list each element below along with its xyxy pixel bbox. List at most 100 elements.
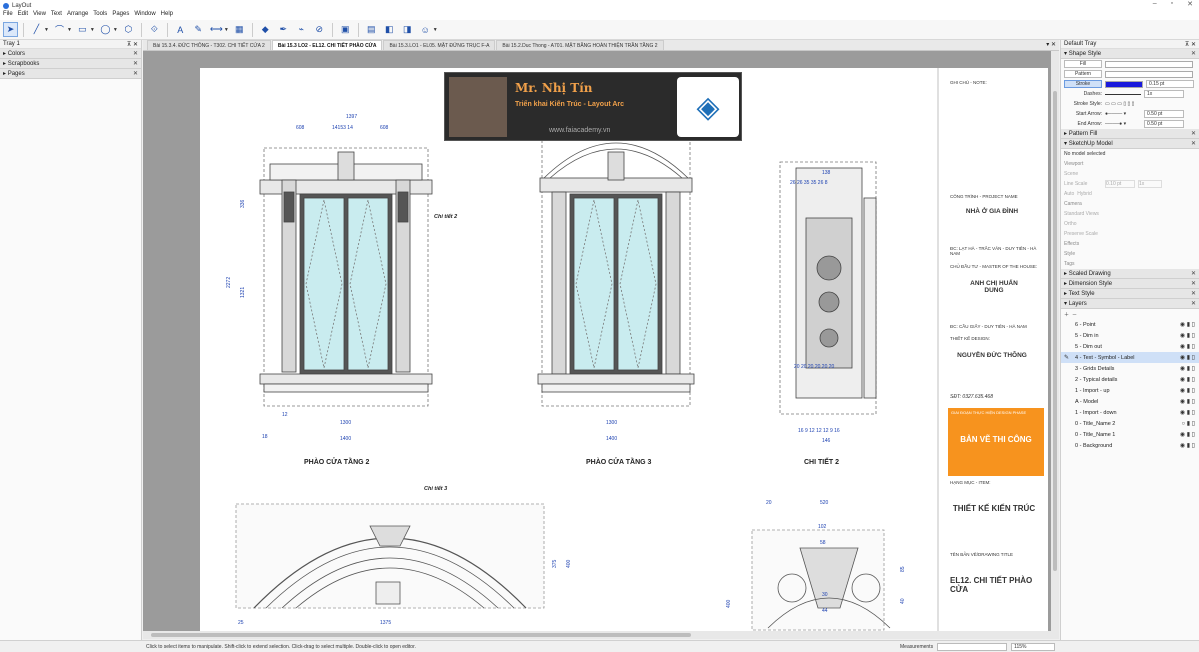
panel-scaled-drawing[interactable]: ▸ Scaled Drawing ✕ <box>1061 269 1199 279</box>
zoom-select[interactable]: 115% <box>1011 643 1056 651</box>
chevron-down-icon[interactable]: ▼ <box>433 27 438 33</box>
line-scale-mult[interactable]: 1x <box>1138 180 1162 188</box>
panel-pages[interactable]: ▸ Pages ✕ <box>0 69 141 79</box>
layer-item[interactable]: 2 - Typical details ◉ ▮ ▯ <box>1061 374 1199 385</box>
panel-sketchup-model[interactable]: ▾ SketchUp Model ✕ <box>1061 139 1199 149</box>
start-arrow-size[interactable]: 0.50 pt <box>1144 110 1184 118</box>
preserve-scale[interactable]: Preserve Scale <box>1061 229 1199 239</box>
stroke-width-input[interactable]: 0.15 pt <box>1146 80 1194 88</box>
maximize-icon[interactable]: ▫ <box>1171 0 1173 8</box>
eye-icon[interactable]: ◉ ▮ ▯ <box>1180 365 1195 372</box>
text-tool-icon[interactable]: A <box>173 22 188 37</box>
layer-item[interactable]: 6 - Point ◉ ▮ ▯ <box>1061 319 1199 330</box>
stroke-swatch[interactable] <box>1105 80 1143 88</box>
menu-tools[interactable]: Tools <box>93 11 107 20</box>
layer-item[interactable]: 0 - Title_Name 2 ○ ▮ ▯ <box>1061 418 1199 429</box>
menu-view[interactable]: View <box>33 11 46 20</box>
pattern-swatch[interactable] <box>1105 70 1193 78</box>
doc-tab[interactable]: Bài 15.2.Duc Thong - A701. MẶT BẰNG HOÀN… <box>496 40 664 50</box>
measurements-input[interactable] <box>937 643 1008 651</box>
scroll-thumb[interactable] <box>1053 91 1057 571</box>
style-tool-icon[interactable]: ✒ <box>276 22 291 37</box>
dash-select[interactable] <box>1105 93 1141 95</box>
close-icon[interactable]: ✕ <box>1187 0 1193 8</box>
account-icon[interactable]: ☺ <box>418 22 433 37</box>
layer-item-selected[interactable]: ✎ 4 - Text - Symbol - Label ◉ ▮ ▯ <box>1061 352 1199 363</box>
line-tool-icon[interactable]: ╱ <box>29 22 44 37</box>
cap-style-icons[interactable]: ▭ ▭ ▭ ▯ ▯ ▯ <box>1105 101 1134 107</box>
eye-icon[interactable]: ◉ ▮ ▯ <box>1180 409 1195 416</box>
panel-pattern-fill[interactable]: ▸ Pattern Fill ✕ <box>1061 129 1199 139</box>
layer-item[interactable]: 5 - Dim in ◉ ▮ ▯ <box>1061 330 1199 341</box>
panel-layers[interactable]: ▾ Layers ✕ <box>1061 299 1199 309</box>
scroll-thumb[interactable] <box>151 633 691 637</box>
eye-hidden-icon[interactable]: ○ ▮ ▯ <box>1181 420 1195 427</box>
doc-tab[interactable]: Bài 15.3.LO1 - EL05. MẶT ĐỨNG TRỤC F-A <box>383 40 496 50</box>
remove-layer-icon[interactable]: － <box>1072 311 1077 318</box>
tab-menu-icon[interactable]: ▾ ✕ <box>1046 41 1056 48</box>
menu-pages[interactable]: Pages <box>112 11 129 20</box>
rectangle-tool-icon[interactable]: ▭ <box>75 22 90 37</box>
close-icon[interactable]: ✕ <box>1191 280 1196 287</box>
render-mode-select[interactable]: Hybrid <box>1077 191 1091 197</box>
close-icon[interactable]: ✕ <box>1191 270 1196 277</box>
chevron-down-icon[interactable]: ▼ <box>224 27 229 33</box>
layer-item[interactable]: 0 - Background ◉ ▮ ▯ <box>1061 440 1199 451</box>
close-icon[interactable]: ✕ <box>133 50 138 57</box>
close-icon[interactable]: ✕ <box>1191 140 1196 147</box>
eye-icon[interactable]: ◉ ▮ ▯ <box>1180 343 1195 350</box>
close-icon[interactable]: ✕ <box>1191 300 1196 307</box>
add-page-icon[interactable]: ▤ <box>364 22 379 37</box>
effects-row[interactable]: Effects <box>1061 239 1199 249</box>
eye-icon[interactable]: ◉ ▮ ▯ <box>1180 442 1195 449</box>
panel-shape-style[interactable]: ▾ Shape Style ✕ <box>1061 49 1199 59</box>
dimension-tool-icon[interactable]: ⟷ <box>209 22 224 37</box>
pin-icon[interactable]: ⊼ ✕ <box>1185 41 1196 48</box>
pattern-button[interactable]: Pattern <box>1064 70 1102 78</box>
vertical-scrollbar[interactable] <box>1051 51 1059 631</box>
line-scale-input[interactable]: 0.10 pt <box>1105 180 1135 188</box>
start-arrow-select[interactable]: ●──── ▾ <box>1105 111 1141 117</box>
layer-item[interactable]: 5 - Dim out ◉ ▮ ▯ <box>1061 341 1199 352</box>
ortho-checkbox[interactable]: Ortho <box>1061 219 1199 229</box>
add-layer-icon[interactable]: ＋ <box>1064 311 1069 318</box>
doc-tab-active[interactable]: Bài 15.3 LO2 - EL12. CHI TIẾT PHÀO CỬA <box>271 40 383 50</box>
arc-tool-icon[interactable]: ⌒ <box>52 22 67 37</box>
menu-window[interactable]: Window <box>134 11 155 20</box>
layer-item[interactable]: A - Model ◉ ▮ ▯ <box>1061 396 1199 407</box>
eye-icon[interactable]: ◉ ▮ ▯ <box>1180 387 1195 394</box>
prev-page-icon[interactable]: ◧ <box>382 22 397 37</box>
menu-file[interactable]: File <box>3 11 13 20</box>
panel-scrapbooks[interactable]: ▸ Scrapbooks ✕ <box>0 59 141 69</box>
circle-tool-icon[interactable]: ◯ <box>98 22 113 37</box>
menu-help[interactable]: Help <box>161 11 173 20</box>
eye-icon[interactable]: ◉ ▮ ▯ <box>1180 398 1195 405</box>
select-tool-icon[interactable]: ➤ <box>3 22 18 37</box>
auto-checkbox[interactable]: Auto <box>1064 191 1074 197</box>
chevron-down-icon[interactable]: ▼ <box>44 27 49 33</box>
eye-icon[interactable]: ◉ ▮ ▯ <box>1180 332 1195 339</box>
eye-icon[interactable]: ◉ ▮ ▯ <box>1180 321 1195 328</box>
menu-edit[interactable]: Edit <box>18 11 28 20</box>
style-row[interactable]: Style <box>1061 249 1199 259</box>
panel-colors[interactable]: ▸ Colors ✕ <box>0 49 141 59</box>
dash-scale-select[interactable]: 1x <box>1144 90 1184 98</box>
layer-item[interactable]: 1 - Import - up ◉ ▮ ▯ <box>1061 385 1199 396</box>
tags-row[interactable]: Tags <box>1061 259 1199 269</box>
screen-present-icon[interactable]: ▣ <box>338 22 353 37</box>
close-icon[interactable]: ✕ <box>1191 50 1196 57</box>
panel-dimension-style[interactable]: ▸ Dimension Style ✕ <box>1061 279 1199 289</box>
label-tool-icon[interactable]: ✎ <box>191 22 206 37</box>
next-page-icon[interactable]: ◨ <box>400 22 415 37</box>
offset-tool-icon[interactable]: ⟐ <box>147 22 162 37</box>
layer-item[interactable]: 1 - Import - down ◉ ▮ ▯ <box>1061 407 1199 418</box>
drawing-canvas[interactable]: 1397 608 14153 14 608 2272 1321 336 1300… <box>143 51 1059 631</box>
menu-arrange[interactable]: Arrange <box>67 11 88 20</box>
minimize-icon[interactable]: – <box>1153 0 1157 8</box>
pin-icon[interactable]: ⊼ ✕ <box>127 41 138 48</box>
eye-icon[interactable]: ◉ ▮ ▯ <box>1180 354 1195 361</box>
fill-swatch[interactable] <box>1105 60 1193 68</box>
close-icon[interactable]: ✕ <box>1191 290 1196 297</box>
doc-tab[interactable]: Bài 15.3.4. ĐỨC THÔNG - T302. CHI TIẾT C… <box>147 40 271 50</box>
end-arrow-select[interactable]: ────● ▾ <box>1105 121 1141 127</box>
